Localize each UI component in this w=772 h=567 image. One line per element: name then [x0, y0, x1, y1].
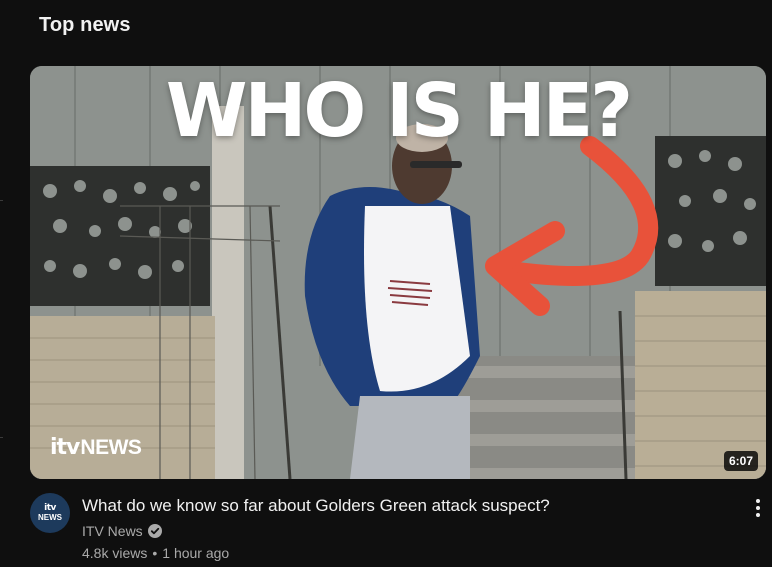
- avatar-line-news: NEWS: [38, 513, 62, 522]
- logo-news: NEWS: [80, 436, 142, 459]
- edge-marker: [0, 437, 3, 438]
- video-thumbnail[interactable]: WHO IS HE? itv NEWS 6:07: [30, 66, 766, 479]
- thumbnail-headline: WHO IS HE?: [165, 68, 633, 154]
- video-stats: 4.8k views • 1 hour ago: [82, 545, 722, 561]
- edge-marker: [0, 200, 3, 201]
- channel-logo-watermark: itv NEWS: [50, 435, 142, 460]
- more-vert-icon[interactable]: [748, 496, 768, 520]
- view-count: 4.8k views: [82, 545, 148, 561]
- shelf-title: Top news: [39, 14, 131, 36]
- publish-time: 1 hour ago: [162, 545, 230, 561]
- verified-icon: [147, 524, 162, 538]
- stats-separator: •: [152, 545, 158, 561]
- video-meta: What do we know so far about Golders Gre…: [82, 495, 722, 561]
- channel-row: ITV News: [82, 523, 722, 539]
- channel-avatar[interactable]: itv NEWS: [30, 493, 70, 533]
- logo-itv: itv: [50, 435, 80, 460]
- video-title[interactable]: What do we know so far about Golders Gre…: [82, 495, 722, 517]
- avatar-line-itv: itv: [44, 503, 56, 513]
- channel-name[interactable]: ITV News: [82, 523, 143, 539]
- duration-badge: 6:07: [723, 451, 758, 471]
